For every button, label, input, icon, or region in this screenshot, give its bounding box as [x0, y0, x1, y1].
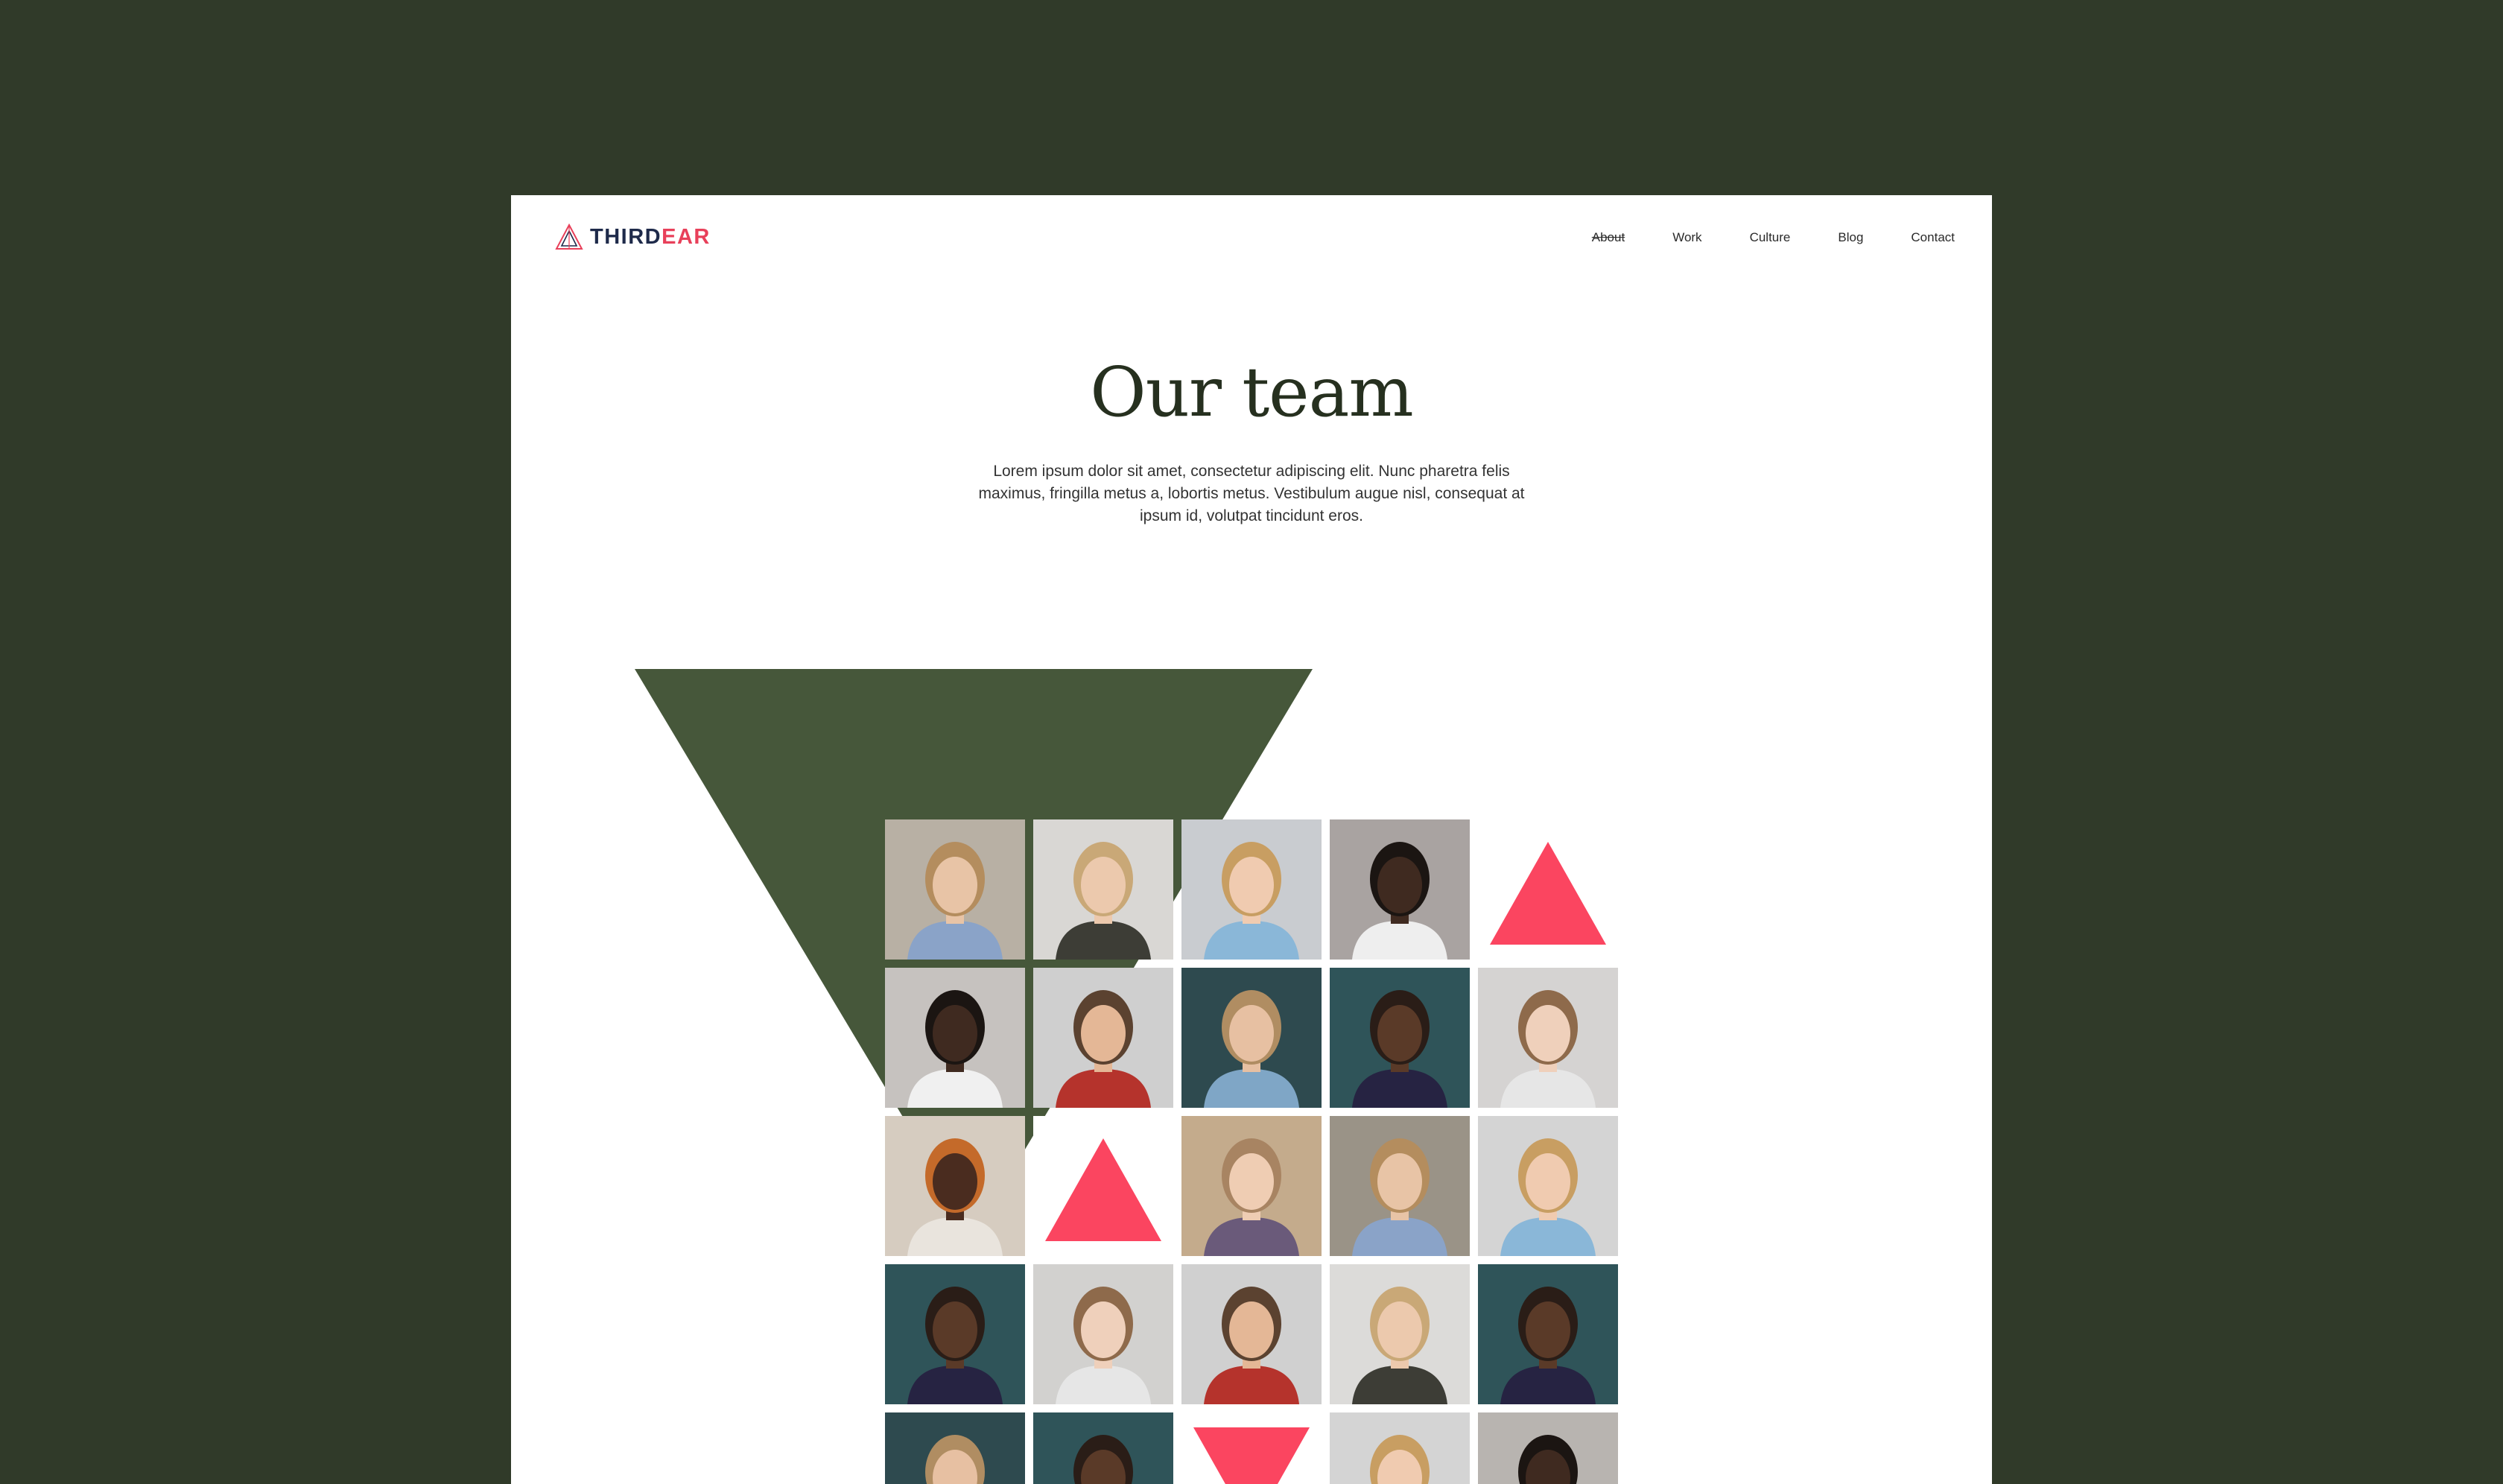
- team-member-photo[interactable]: [1033, 1412, 1173, 1484]
- logo-text-third: THIRD: [590, 224, 662, 249]
- page-title: Our team: [1090, 352, 1413, 432]
- triangle-shape: [1181, 1412, 1322, 1484]
- portrait-image: [1033, 1264, 1173, 1404]
- team-member-photo[interactable]: [885, 819, 1025, 960]
- team-member-photo[interactable]: [1330, 1264, 1470, 1404]
- portrait-image: [1181, 1116, 1322, 1256]
- team-member-photo[interactable]: [1330, 1116, 1470, 1256]
- portrait-image: [885, 968, 1025, 1108]
- team-member-photo[interactable]: [1478, 968, 1618, 1108]
- team-member-photo[interactable]: [1181, 968, 1322, 1108]
- triangle-logo-icon: [555, 223, 583, 250]
- team-member-photo[interactable]: [1033, 819, 1173, 960]
- triangle-shape: [1033, 1116, 1173, 1256]
- portrait-image: [1181, 1264, 1322, 1404]
- team-member-photo[interactable]: [1478, 1264, 1618, 1404]
- portrait-image: [1330, 1264, 1470, 1404]
- portrait-image: [1033, 1412, 1173, 1484]
- team-member-photo[interactable]: [1330, 1412, 1470, 1484]
- team-member-photo[interactable]: [1330, 819, 1470, 960]
- nav-contact[interactable]: Contact: [1911, 231, 1955, 244]
- triangle-shape: [1478, 819, 1618, 960]
- portrait-image: [1478, 968, 1618, 1108]
- portrait-image: [1033, 968, 1173, 1108]
- nav-culture[interactable]: Culture: [1750, 231, 1791, 244]
- decorative-red-triangle-up: [1478, 819, 1618, 960]
- nav-about[interactable]: About: [1592, 231, 1625, 244]
- logo-text-ear: EAR: [662, 224, 711, 249]
- portrait-image: [1478, 1264, 1618, 1404]
- team-member-photo[interactable]: [1181, 1116, 1322, 1256]
- team-member-photo[interactable]: [1330, 968, 1470, 1108]
- portrait-image: [885, 1116, 1025, 1256]
- portrait-image: [1478, 1116, 1618, 1256]
- logo[interactable]: THIRDEAR: [554, 222, 711, 252]
- decorative-red-triangle-down: [1181, 1412, 1322, 1484]
- page-intro: Lorem ipsum dolor sit amet, consectetur …: [978, 463, 1525, 524]
- portrait-image: [1181, 819, 1322, 960]
- team-member-photo[interactable]: [885, 1412, 1025, 1484]
- nav-work[interactable]: Work: [1672, 231, 1701, 244]
- decorative-red-triangle-up: [1033, 1116, 1173, 1256]
- portrait-image: [1181, 968, 1322, 1108]
- team-photo-grid: [885, 819, 1618, 1484]
- main-nav: About Work Culture Blog Contact: [1592, 231, 1955, 244]
- portrait-image: [1033, 819, 1173, 960]
- portrait-image: [885, 819, 1025, 960]
- team-member-photo[interactable]: [1033, 1264, 1173, 1404]
- team-member-photo[interactable]: [1181, 1264, 1322, 1404]
- portrait-image: [1330, 819, 1470, 960]
- team-member-photo[interactable]: [1033, 968, 1173, 1108]
- team-member-photo[interactable]: [1478, 1116, 1618, 1256]
- page-frame: THIRDEAR About Work Culture Blog Contact…: [511, 195, 1992, 1484]
- team-member-photo[interactable]: [885, 1116, 1025, 1256]
- team-member-photo[interactable]: [1181, 819, 1322, 960]
- team-member-photo[interactable]: [885, 1264, 1025, 1404]
- nav-blog[interactable]: Blog: [1838, 231, 1863, 244]
- portrait-image: [885, 1412, 1025, 1484]
- portrait-image: [1330, 1116, 1470, 1256]
- portrait-image: [1478, 1412, 1618, 1484]
- logo-wordmark: THIRDEAR: [590, 226, 711, 248]
- team-member-photo[interactable]: [1478, 1412, 1618, 1484]
- portrait-image: [885, 1264, 1025, 1404]
- team-member-photo[interactable]: [885, 968, 1025, 1108]
- portrait-image: [1330, 1412, 1470, 1484]
- portrait-image: [1330, 968, 1470, 1108]
